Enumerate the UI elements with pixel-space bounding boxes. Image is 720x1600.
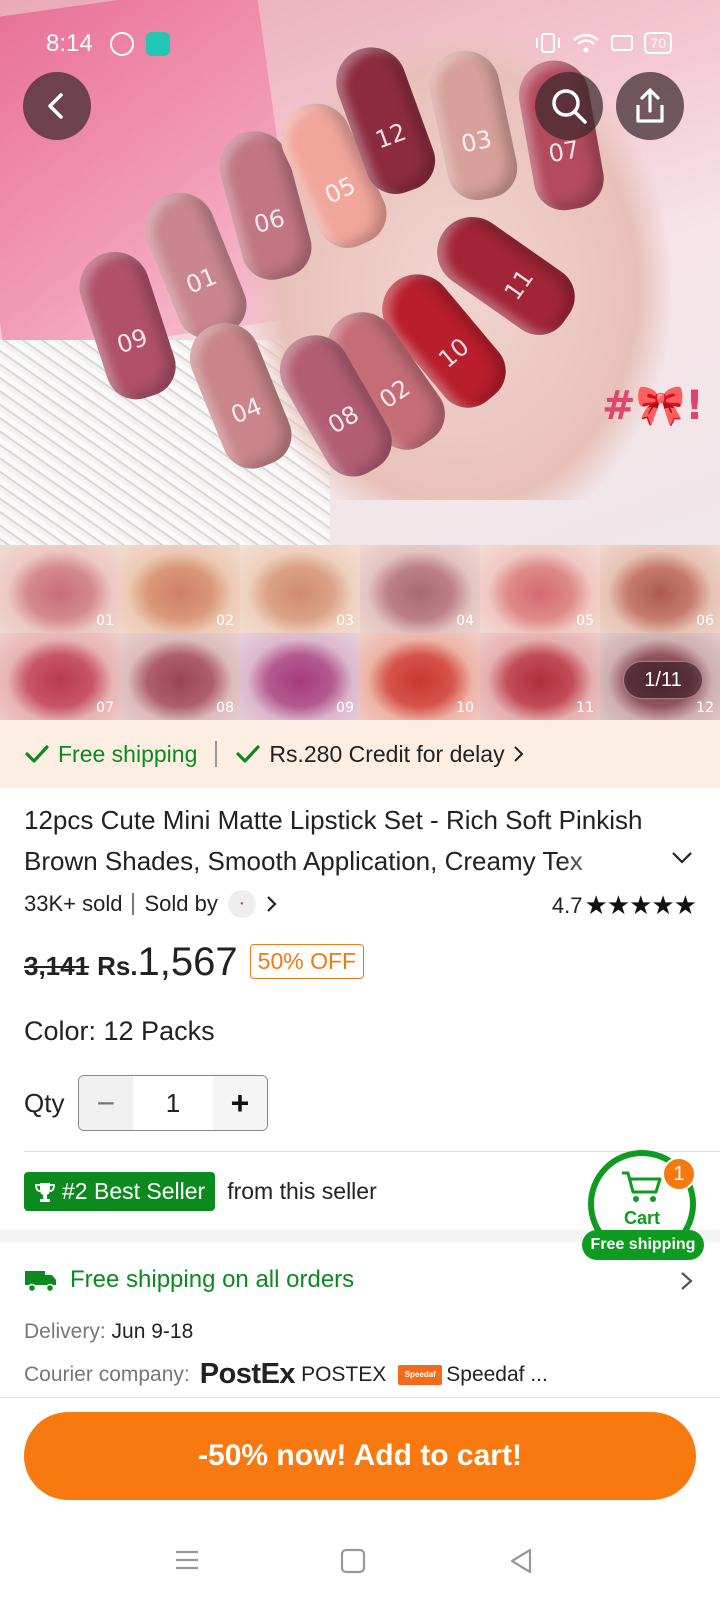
divider <box>215 741 218 767</box>
hero-tag: #🎀! <box>602 383 704 429</box>
speedaf-name: Speedaf ... <box>446 1362 548 1386</box>
home-nav-icon[interactable] <box>340 1548 366 1574</box>
swatch: 10 <box>360 632 480 720</box>
best-seller-suffix: from this seller <box>227 1178 377 1204</box>
free-shipping-tag: Free shipping <box>24 741 197 768</box>
vibrate-icon <box>536 33 561 53</box>
title-fade <box>560 842 670 882</box>
swatch: 02 <box>120 545 240 633</box>
delivery-date: Jun 9-18 <box>111 1320 194 1343</box>
divider <box>132 893 135 915</box>
qty-decrease-button[interactable]: − <box>79 1076 133 1130</box>
original-price: 3,141 <box>24 951 90 981</box>
swatch: 08 <box>120 632 240 720</box>
star-rating-icon: ★★★★★ <box>584 890 697 920</box>
swatch: 07 <box>0 632 120 720</box>
system-nav-bar <box>0 1520 720 1600</box>
qty-label: Qty <box>24 1088 65 1118</box>
rating[interactable]: 4.7 ★★★★★ <box>551 890 697 921</box>
best-seller-badge: #2 Best Seller <box>24 1172 216 1211</box>
wifi-icon <box>573 33 600 53</box>
add-to-cart-button[interactable]: -50% now! Add to cart! <box>24 1412 696 1500</box>
share-button[interactable] <box>616 72 684 140</box>
swatch: 04 <box>360 545 480 633</box>
check-icon <box>25 745 49 763</box>
delay-credit-tag[interactable]: Rs.280 Credit for delay <box>235 741 524 768</box>
swatch: 03 <box>240 545 360 633</box>
truck-icon <box>25 1271 56 1293</box>
color-selection[interactable]: Color: 12 Packs <box>24 1016 215 1047</box>
trophy-icon <box>35 1182 55 1202</box>
chevron-right-icon <box>513 746 524 762</box>
back-nav-icon[interactable] <box>508 1548 534 1574</box>
postex-name: POSTEX <box>301 1362 387 1386</box>
qty-value[interactable]: 1 <box>133 1076 213 1130</box>
share-icon <box>636 88 664 123</box>
status-icons: 70 <box>534 32 672 54</box>
divider <box>0 1397 720 1398</box>
discount-badge: 50% OFF <box>249 944 365 979</box>
lip-swatch-grid: 01 02 03 04 05 06 07 08 09 10 11 12 <box>0 545 720 720</box>
status-bar: 8:14 70 <box>0 24 720 64</box>
swatch: 01 <box>0 545 120 633</box>
swatch: 11 <box>480 632 600 720</box>
whatsapp-icon <box>110 32 134 56</box>
free-shipping-all-orders[interactable]: Free shipping on all orders <box>24 1266 354 1294</box>
currency: Rs. <box>97 951 138 981</box>
data-saver-icon <box>611 35 634 51</box>
cart-free-shipping-label: Free shipping <box>582 1230 704 1260</box>
sale-price: 1,567 <box>137 940 238 984</box>
back-button[interactable] <box>23 72 91 140</box>
rating-value: 4.7 <box>551 892 583 918</box>
sold-count: 33K+ sold <box>24 891 123 916</box>
speedaf-logo: Speedaf <box>398 1364 443 1385</box>
best-seller-row: #2 Best Seller from this seller <box>24 1172 377 1211</box>
cart-count-badge: 1 <box>662 1157 696 1191</box>
courier-info: Courier company: PostEx POSTEX Speedaf S… <box>24 1358 548 1390</box>
check-icon <box>236 745 260 763</box>
seller-logo[interactable]: ● <box>227 890 256 918</box>
back-arrow-icon <box>48 93 63 119</box>
product-image[interactable]: 09 01 06 05 12 03 07 11 10 02 08 04 #🎀! <box>0 0 720 545</box>
chevron-right-icon[interactable] <box>680 1270 694 1292</box>
price-row: 3,141 Rs. 1,567 50% OFF <box>24 940 365 985</box>
divider <box>24 1151 720 1152</box>
search-icon <box>552 89 587 124</box>
sales-meta: 33K+ sold Sold by ● <box>24 890 278 918</box>
expand-title-button[interactable] <box>670 850 694 866</box>
delivery-info: Delivery: Jun 9-18 <box>24 1320 194 1343</box>
search-button[interactable] <box>535 72 603 140</box>
battery-icon: 70 <box>644 32 672 54</box>
status-time: 8:14 <box>46 30 93 57</box>
quantity-stepper: − 1 + <box>78 1075 268 1131</box>
swatch: 09 <box>240 632 360 720</box>
image-counter: 1/11 <box>623 661 703 699</box>
menu-nav-icon[interactable] <box>174 1548 200 1572</box>
swatch: 06 <box>600 545 720 633</box>
chevron-right-icon[interactable] <box>266 894 278 914</box>
swatch: 05 <box>480 545 600 633</box>
qty-increase-button[interactable]: + <box>213 1076 267 1130</box>
sold-by-label: Sold by <box>144 891 218 916</box>
postex-logo: PostEx <box>199 1358 296 1390</box>
cart-label: Cart <box>623 1208 660 1228</box>
shipping-strip[interactable]: Free shipping Rs.280 Credit for delay <box>0 720 720 788</box>
app-notification-icon <box>146 32 170 56</box>
cart-icon <box>622 1171 662 1202</box>
